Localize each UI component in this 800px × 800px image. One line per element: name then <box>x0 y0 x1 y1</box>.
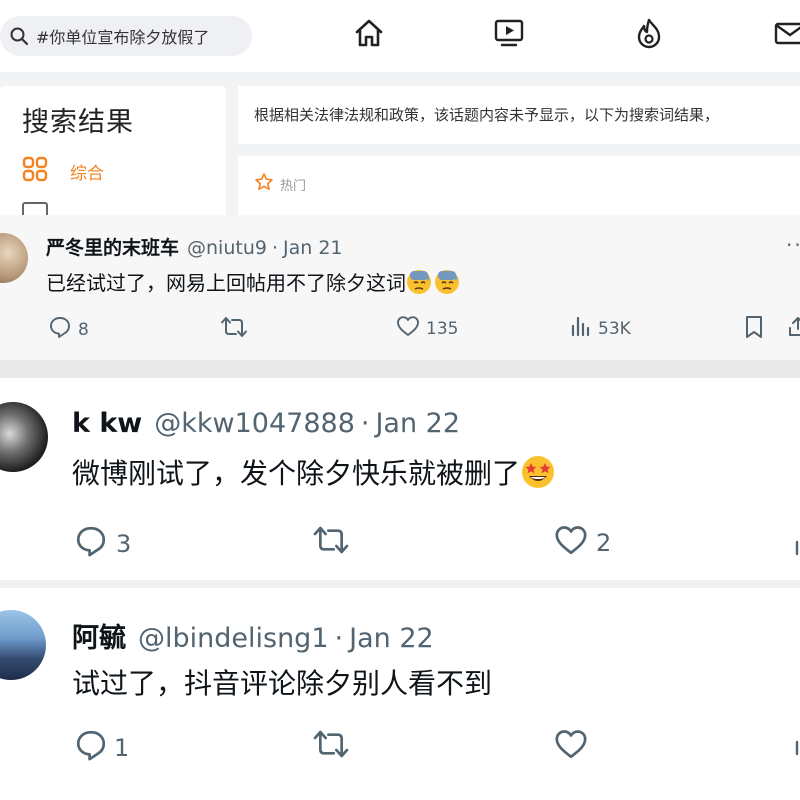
timestamp[interactable]: Jan 21 <box>283 237 343 259</box>
avatar[interactable] <box>0 402 48 472</box>
divider <box>0 580 800 588</box>
display-name[interactable]: 阿毓 <box>72 616 126 655</box>
reply-count: 1 <box>114 734 130 762</box>
analytics-icon <box>570 315 592 342</box>
separator-dot: · <box>360 408 370 439</box>
tweet-body: 试过了，抖音评论除夕别人看不到 <box>72 662 492 702</box>
like-count: 2 <box>596 529 612 557</box>
notice-text: 根据相关法律法规和政策，该话题内容未予显示，以下为搜索词结果， <box>254 106 720 124</box>
tweet-header: 阿毓 @lbindelisng1 · Jan 22 <box>72 616 434 655</box>
tweet-text: 已经试过了，网易上回帖用不了除夕这词 <box>46 271 406 295</box>
star-icon <box>254 172 274 196</box>
divider <box>0 360 800 378</box>
reply-button[interactable]: 3 <box>74 524 131 564</box>
reply-count: 8 <box>78 319 89 340</box>
tweet-header: k kw @kkw1047888 · Jan 22 <box>72 408 460 439</box>
view-count: 53K <box>598 318 631 339</box>
tweet-text: 试过了，抖音评论除夕别人看不到 <box>72 667 493 700</box>
analytics-icon <box>794 538 800 560</box>
views-button-partial[interactable] <box>794 538 800 560</box>
hot-label: 热门 <box>280 178 307 194</box>
separator-dot: · <box>271 237 279 259</box>
sidebar-item-comprehensive[interactable]: 综合 <box>22 156 104 186</box>
views-button[interactable]: 53K <box>570 315 631 342</box>
search-icon <box>8 25 30 47</box>
separator-dot: · <box>334 623 344 654</box>
analytics-icon <box>794 738 800 760</box>
like-button[interactable]: 2 <box>554 524 611 562</box>
reply-icon <box>74 728 108 768</box>
share-icon <box>786 315 800 343</box>
mail-icon[interactable] <box>772 16 800 50</box>
heart-icon <box>554 728 588 764</box>
tweet-body: 已经试过了，网易上回帖用不了除夕这词 <box>46 267 460 300</box>
retweet-icon <box>220 315 248 343</box>
tweet-text: 微博刚试了，发个除夕快乐就被删了 <box>72 457 521 490</box>
views-button-partial[interactable] <box>794 738 800 760</box>
bookmark-icon <box>744 315 764 343</box>
like-count: 135 <box>426 318 459 339</box>
sidebar-item-partial-icon <box>22 202 48 215</box>
hot-tab[interactable]: 热门 <box>254 172 306 196</box>
reply-icon <box>74 524 108 564</box>
tweet-header: 严冬里的末班车 @niutu9 · Jan 21 <box>46 233 343 260</box>
reply-button[interactable]: 8 <box>48 315 89 344</box>
sidebar-item-label: 综合 <box>70 163 104 184</box>
reply-icon <box>48 315 72 344</box>
fire-icon[interactable] <box>632 16 666 50</box>
hot-section: 热门 <box>238 156 800 215</box>
tweet-card[interactable]: 严冬里的末班车 @niutu9 · Jan 21 ·· 已经试过了，网易上回帖用… <box>0 215 800 360</box>
search-results-sidebar: 搜索结果 综合 <box>0 86 226 215</box>
timestamp[interactable]: Jan 22 <box>375 408 460 439</box>
tweet-card[interactable]: 阿毓 @lbindelisng1 · Jan 22 试过了，抖音评论除夕别人看不… <box>0 588 800 800</box>
display-name[interactable]: 严冬里的末班车 <box>46 233 179 260</box>
video-icon[interactable] <box>492 16 526 50</box>
bookmark-button[interactable] <box>744 315 764 343</box>
retweet-icon <box>312 524 350 560</box>
avatar[interactable] <box>0 610 46 680</box>
tweet-body: 微博刚试了，发个除夕快乐就被删了 <box>72 452 556 496</box>
like-button[interactable] <box>554 728 588 764</box>
handle[interactable]: @kkw1047888 <box>154 408 355 439</box>
retweet-icon <box>312 728 350 764</box>
search-query-text: #你单位宣布除夕放假了 <box>36 28 210 47</box>
share-button[interactable] <box>786 315 800 343</box>
retweet-button[interactable] <box>220 315 248 343</box>
reply-count: 3 <box>116 530 132 558</box>
display-name[interactable]: k kw <box>72 408 142 439</box>
handle[interactable]: @niutu9 <box>187 237 267 259</box>
retweet-button[interactable] <box>312 524 350 560</box>
timestamp[interactable]: Jan 22 <box>349 623 434 654</box>
retweet-button[interactable] <box>312 728 350 764</box>
censorship-notice: 根据相关法律法规和政策，该话题内容未予显示，以下为搜索词结果， <box>238 86 800 144</box>
star-struck-emoji <box>520 455 556 496</box>
home-icon[interactable] <box>352 16 386 50</box>
grid-icon <box>22 156 48 186</box>
screenshot-collage: #你单位宣布除夕放假了 搜索结果 综合 根据相关法律法规和政策，该话题内容未予显… <box>0 0 800 800</box>
heart-icon <box>554 524 588 562</box>
avatar[interactable] <box>0 233 28 283</box>
sweat-emoji <box>406 269 460 300</box>
more-options-icon[interactable]: ·· <box>786 233 800 257</box>
reply-button[interactable]: 1 <box>74 728 129 768</box>
handle[interactable]: @lbindelisng1 <box>138 623 329 654</box>
like-button[interactable]: 135 <box>396 315 458 342</box>
heart-icon <box>396 315 420 342</box>
weibo-search-page: #你单位宣布除夕放假了 搜索结果 综合 根据相关法律法规和政策，该话题内容未予显… <box>0 0 800 215</box>
tweet-card[interactable]: k kw @kkw1047888 · Jan 22 微博刚试了，发个除夕快乐就被… <box>0 378 800 580</box>
top-navigation-bar: #你单位宣布除夕放假了 <box>0 0 800 72</box>
sidebar-title: 搜索结果 <box>22 107 134 138</box>
search-input[interactable]: #你单位宣布除夕放假了 <box>0 16 252 56</box>
